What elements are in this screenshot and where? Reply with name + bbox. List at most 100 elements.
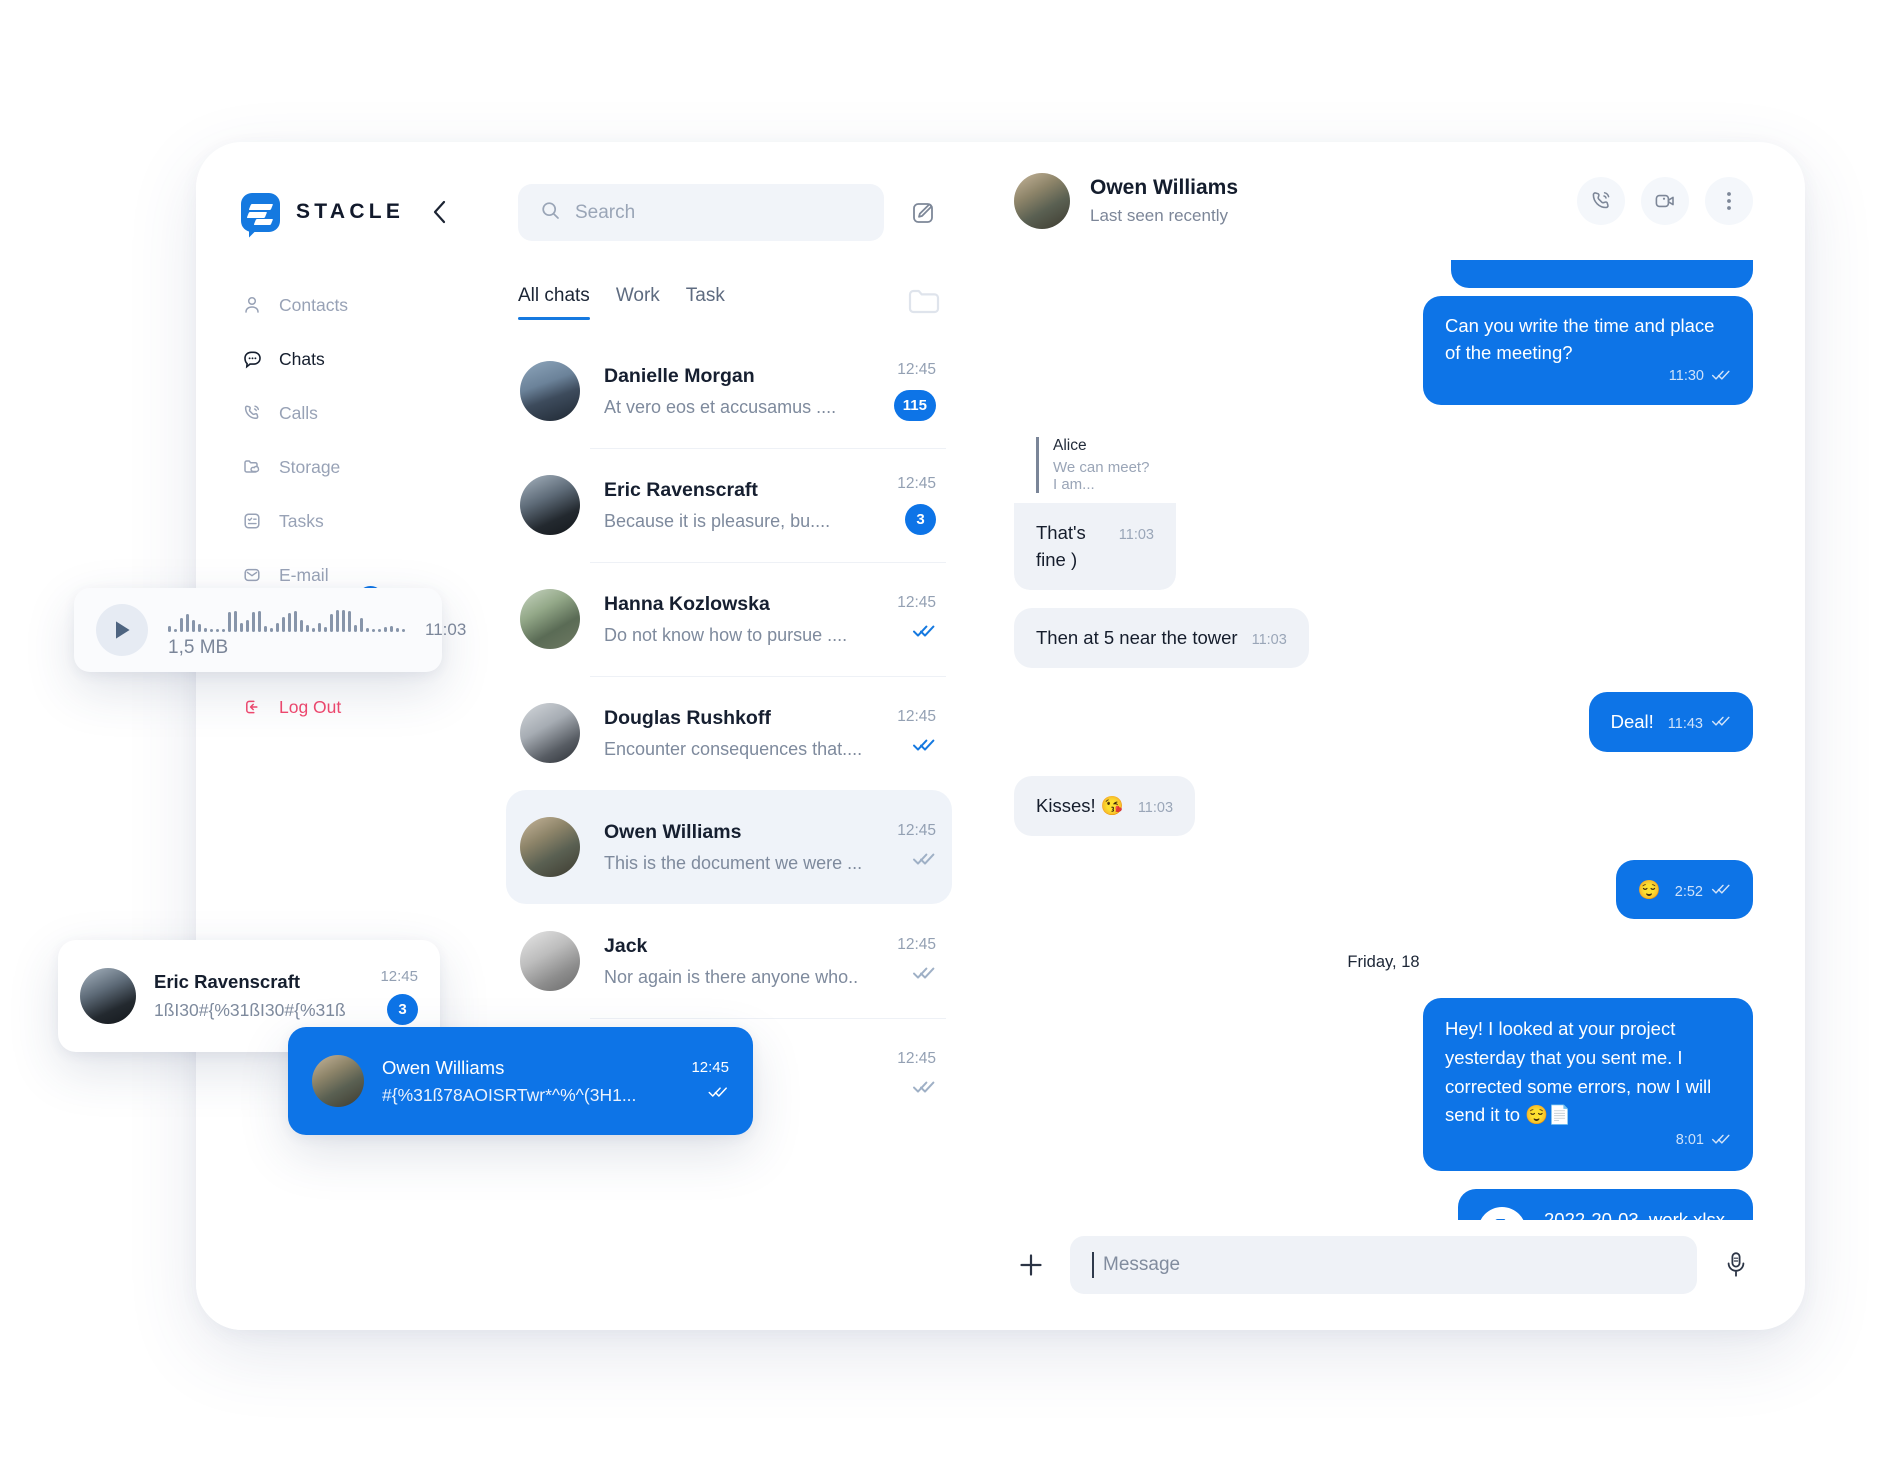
sidebar: STACLE Contacts Chats Calls Storage Task… (196, 142, 492, 1330)
chat-preview: At vero eos et accusamus .... (604, 396, 837, 417)
chat-name: Hanna Kozlowska (604, 592, 770, 615)
sidebar-item-contacts[interactable]: Contacts (196, 278, 492, 332)
avatar (520, 817, 580, 877)
tab-work[interactable]: Work (616, 285, 660, 320)
avatar (520, 589, 580, 649)
chat-list-item[interactable]: Jack Nor again is there anyone who.. 12:… (506, 904, 952, 1018)
chevron-left-icon[interactable] (426, 199, 452, 225)
sidebar-nav: Contacts Chats Calls Storage Tasks E-mai… (196, 278, 492, 602)
chat-list-item-selected[interactable]: Owen Williams This is the document we we… (506, 790, 952, 904)
chat-preview: Encounter consequences that.... (604, 738, 863, 759)
avatar[interactable] (1014, 173, 1070, 229)
conversation-column: Owen Williams Last seen recently Can you… (972, 142, 1805, 1330)
chat-time: 12:45 (897, 361, 936, 378)
quote-author: Alice (1053, 437, 1087, 455)
unread-badge: 115 (893, 390, 936, 421)
read-receipt-icon (1711, 363, 1731, 390)
chat-time: 12:45 (897, 708, 936, 725)
file-attachment[interactable]: 2022-20-03_work.xlsx 1,5 MB (1458, 1188, 1753, 1220)
compose-pencil-icon[interactable] (906, 196, 940, 230)
message-time: 11:43 (1667, 715, 1703, 732)
message-text: Then at 5 near the tower (1036, 627, 1238, 649)
message-row-incoming: Kisses! 😘 11:03 (1014, 775, 1753, 836)
message-input[interactable]: Message (1070, 1236, 1697, 1294)
chat-preview: Nor again is there anyone who.. (604, 966, 859, 987)
chat-filter-tabs: All chats Work Task (492, 241, 972, 320)
message-row-outgoing: Can you write the time and place of the … (1014, 296, 1753, 406)
phone-call-icon[interactable] (1577, 177, 1625, 225)
avatar (520, 703, 580, 763)
video-camera-icon[interactable] (1641, 177, 1689, 225)
sidebar-item-label: Log Out (279, 696, 342, 717)
audio-time: 11:03 (425, 620, 467, 639)
chat-time: 12:45 (897, 822, 936, 839)
message-row-outgoing: Hey! I looked at your project yesterday … (1014, 998, 1753, 1171)
chat-name: Douglas Rushkoff (604, 706, 771, 729)
chat-name: Jack (604, 934, 648, 957)
plus-icon[interactable] (1014, 1248, 1048, 1282)
message-bubble[interactable]: Hey! I looked at your project yesterday … (1423, 998, 1753, 1171)
message-thread[interactable]: Can you write the time and place of the … (972, 260, 1805, 1220)
tab-task[interactable]: Task (686, 285, 725, 320)
avatar (312, 1055, 364, 1107)
chat-list-item[interactable]: Hanna Kozlowska Do not know how to pursu… (506, 562, 952, 676)
sidebar-item-label: Tasks (279, 510, 324, 531)
notification-time: 12:45 (380, 967, 418, 985)
message-text: That's fine ) (1036, 522, 1086, 571)
brand-name: STACLE (296, 200, 405, 223)
read-receipt-icon (912, 623, 936, 644)
play-icon[interactable] (96, 604, 148, 656)
notification-card-blue[interactable]: Owen Williams #{%31ß78AOISRTwr*^%^(3H1..… (288, 1027, 753, 1135)
chat-name: Owen Williams (604, 820, 742, 843)
message-bubble[interactable]: Can you write the time and place of the … (1423, 296, 1753, 406)
more-vertical-icon[interactable] (1705, 177, 1753, 225)
unread-badge: 3 (905, 504, 936, 535)
chat-list: Danielle Morgan At vero eos et accusamus… (492, 334, 972, 1132)
read-receipt-icon (912, 1079, 936, 1100)
search-input[interactable]: Search (518, 184, 884, 241)
message-bubble[interactable]: 😌 2:52 (1615, 859, 1753, 920)
message-bubble[interactable]: That's fine ) 11:03 (1014, 503, 1176, 591)
chat-time: 12:45 (897, 475, 936, 492)
message-row-outgoing: 😌 2:52 (1014, 859, 1753, 920)
chat-list-item[interactable]: Douglas Rushkoff Encounter consequences … (506, 676, 952, 790)
brand: STACLE (196, 184, 492, 240)
logout-icon (241, 696, 263, 718)
sidebar-item-storage[interactable]: Storage (196, 440, 492, 494)
tab-all-chats[interactable]: All chats (518, 285, 590, 320)
sidebar-item-chats[interactable]: Chats (196, 332, 492, 386)
sidebar-item-label: Contacts (279, 294, 349, 315)
message-text: Deal! (1610, 710, 1654, 732)
sidebar-item-log-out[interactable]: Log Out (196, 680, 492, 734)
chat-preview: Do not know how to pursue .... (604, 624, 848, 645)
sidebar-item-tasks[interactable]: Tasks (196, 494, 492, 548)
avatar (80, 968, 136, 1024)
quote-text: We can meet? I am... (1053, 459, 1150, 494)
tab-label: Work (615, 285, 660, 306)
chat-time: 12:45 (897, 594, 936, 611)
unread-badge: 3 (387, 993, 418, 1025)
sidebar-item-calls[interactable]: Calls (196, 386, 492, 440)
stacle-logo-icon (241, 192, 280, 232)
message-time: 11:03 (1118, 527, 1154, 544)
chat-name: Eric Ravenscraft (604, 478, 758, 501)
message-row-incoming-quoted: Alice We can meet? I am... That's fine )… (1014, 423, 1753, 591)
message-bubble[interactable]: Deal! 11:43 (1588, 691, 1753, 752)
read-receipt-icon (707, 1085, 729, 1104)
message-composer: Message (972, 1220, 1805, 1330)
audio-message-card[interactable]: 1,5 MB 11:03 (74, 588, 466, 672)
quoted-message[interactable]: Alice We can meet? I am... That's fine )… (1014, 423, 1176, 591)
message-bubble[interactable]: Kisses! 😘 11:03 (1014, 775, 1196, 836)
message-text: Kisses! 😘 (1036, 794, 1124, 816)
chat-list-item[interactable]: Danielle Morgan At vero eos et accusamus… (506, 334, 952, 448)
document-icon (1478, 1206, 1527, 1220)
message-time: 11:03 (1137, 799, 1174, 816)
microphone-icon[interactable] (1719, 1248, 1753, 1282)
chat-list-item[interactable]: Eric Ravenscraft Because it is pleasure,… (506, 448, 952, 562)
read-receipt-icon (1711, 709, 1731, 736)
notification-preview: #{%31ß78AOISRTwr*^%^(3H1... (382, 1084, 637, 1105)
message-bubble[interactable]: Then at 5 near the tower 11:03 (1014, 608, 1309, 668)
folder-icon[interactable] (908, 288, 940, 320)
tab-label: All chats (518, 285, 590, 306)
audio-file-size: 1,5 MB (168, 636, 229, 658)
